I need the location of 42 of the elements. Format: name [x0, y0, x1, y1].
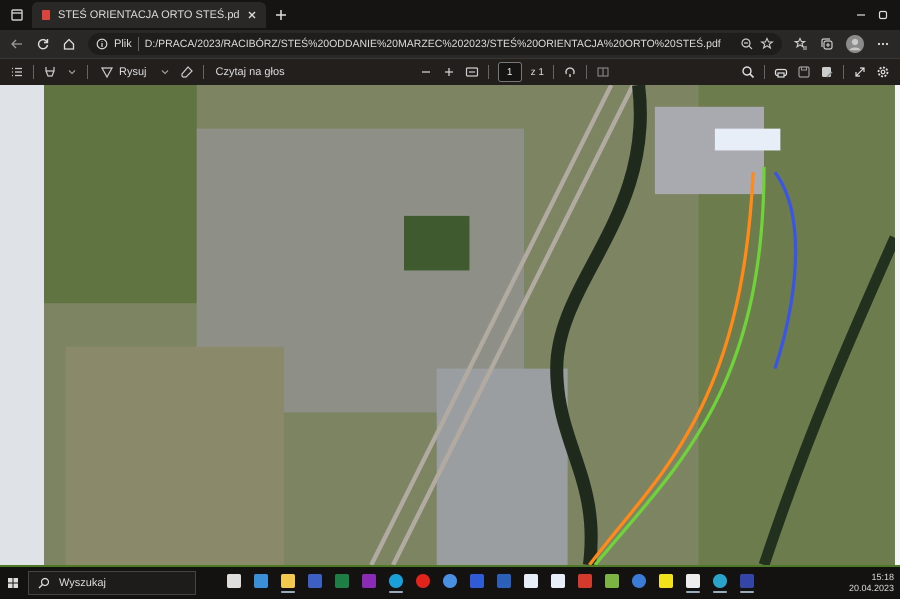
tab-actions-icon[interactable] — [10, 8, 24, 22]
pdf-icon — [40, 9, 52, 21]
collections-icon[interactable] — [820, 37, 834, 51]
draw-button[interactable]: Rysuj — [97, 63, 150, 81]
settings-icon[interactable] — [876, 65, 890, 79]
clock-time: 15:18 — [871, 572, 894, 583]
fit-page-icon[interactable] — [464, 65, 479, 79]
refresh-icon[interactable] — [36, 37, 50, 51]
favorites-icon[interactable] — [794, 37, 808, 51]
two-page-icon[interactable] — [596, 65, 610, 79]
highlighter-icon[interactable] — [43, 65, 57, 79]
zoom-out-icon[interactable] — [740, 37, 754, 51]
save-icon[interactable] — [797, 65, 812, 79]
square-app-icon[interactable] — [604, 573, 620, 589]
new-tab-icon[interactable] — [274, 8, 288, 22]
address-field[interactable]: Plik D:/PRACA/2023/RACIBÓRZ/STEŚ%20ODDANIE%20MARZEC%202023/STEŚ%20ORIENTACJA%20ORTO%20STEŚ.pdf — [88, 33, 782, 55]
read-aloud-button[interactable]: Czytaj na głos — [212, 64, 288, 80]
search-icon[interactable] — [741, 65, 756, 79]
clock-date: 20.04.2023 — [848, 583, 894, 594]
taskbar-search-field[interactable]: Wyszukaj — [28, 571, 196, 595]
back-arrow-icon[interactable] — [10, 37, 24, 51]
close-icon[interactable] — [246, 9, 258, 21]
browser-tab[interactable]: STEŚ ORIENTACJA ORTO STEŚ.pd — [32, 2, 266, 28]
search-icon — [37, 576, 51, 590]
square-app-icon[interactable] — [658, 573, 674, 589]
info-icon — [96, 38, 108, 50]
profile-avatar-icon[interactable] — [846, 35, 864, 53]
add-favorite-icon[interactable] — [760, 37, 774, 51]
contents-list-icon[interactable] — [10, 65, 24, 79]
url-text: D:/PRACA/2023/RACIBÓRZ/STEŚ%20ODDANIE%20MARZEC%202023/STEŚ%20ORIENTACJA%20ORTO%20STEŚ.pdf — [144, 38, 721, 50]
maximize-icon[interactable] — [876, 8, 890, 22]
save-as-icon[interactable] — [820, 65, 834, 79]
windows-logo-icon[interactable] — [6, 576, 20, 590]
pen-icon — [100, 65, 114, 79]
rotate-icon[interactable] — [562, 65, 577, 79]
fullscreen-icon[interactable] — [853, 65, 868, 79]
page-total: z 1 — [530, 66, 544, 78]
eraser-icon[interactable] — [180, 65, 194, 79]
home-icon[interactable] — [62, 37, 76, 51]
file-label: Plik — [114, 38, 132, 50]
tab-title: STEŚ ORIENTACJA ORTO STEŚ.pd — [58, 9, 240, 21]
page-number-field[interactable]: 1 — [498, 62, 522, 82]
